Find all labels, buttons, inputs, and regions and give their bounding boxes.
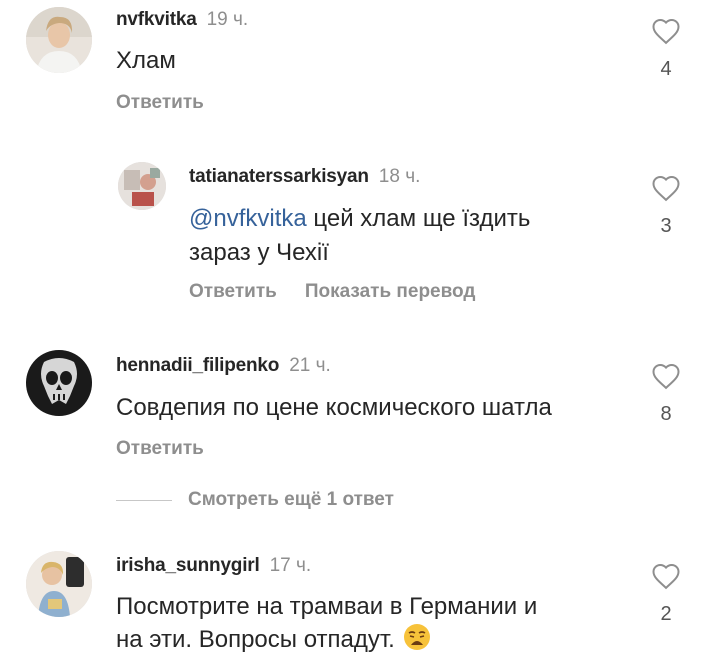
comment-meta: nvfkvitka 19 ч. (116, 8, 248, 32)
translate-button[interactable]: Показать перевод (305, 281, 476, 302)
avatar[interactable] (118, 162, 166, 210)
timestamp: 21 ч. (289, 355, 331, 376)
reply-button[interactable]: Ответить (189, 281, 277, 302)
comment-actions: Ответить Показать перевод (189, 280, 475, 304)
comment-text: цей хлам ще їздить (306, 205, 531, 232)
username[interactable]: hennadii_filipenko (116, 355, 279, 376)
comment-text: на эти. Вопросы отпадут. (116, 626, 395, 653)
heart-outline-icon[interactable] (651, 362, 681, 390)
like-count: 4 (660, 58, 672, 80)
timestamp: 19 ч. (206, 9, 249, 30)
reply-button[interactable]: Ответить (116, 92, 204, 113)
mention-link[interactable]: @nvfkvitka (189, 205, 307, 232)
comment-text: Совдепия по цене космического шатла (116, 394, 552, 421)
view-more-replies[interactable]: Смотреть ещё 1 ответ (116, 488, 394, 512)
like-count: 3 (660, 215, 672, 237)
comment-text-line: Посмотрите на трамваи в Германии и (116, 593, 538, 620)
avatar[interactable] (26, 350, 92, 416)
like-control: 4 (646, 17, 686, 81)
timestamp: 18 ч. (378, 166, 421, 187)
heart-outline-icon[interactable] (651, 562, 681, 590)
comment-text-line: на эти. Вопросы отпадут. (116, 623, 431, 659)
comment-text-line: зараз у Чехії (189, 239, 329, 266)
weary-face-emoji (403, 623, 431, 659)
heart-outline-icon[interactable] (651, 17, 681, 45)
comment-text: Хлам (116, 47, 176, 74)
comment-meta: hennadii_filipenko 21 ч. (116, 354, 331, 378)
comment-meta: irisha_sunnygirl 17 ч. (116, 554, 311, 578)
avatar-photo (26, 551, 92, 617)
divider-line (116, 499, 172, 501)
username[interactable]: irisha_sunnygirl (116, 555, 260, 576)
avatar[interactable] (26, 7, 92, 73)
heart-outline-icon[interactable] (651, 174, 681, 202)
comment-text-line: @nvfkvitka цей хлам ще їздить (189, 202, 530, 236)
avatar[interactable] (26, 551, 92, 617)
comment-actions: Ответить (116, 91, 204, 115)
comment-actions: Ответить (116, 437, 204, 461)
like-control: 8 (646, 362, 686, 426)
reply-button[interactable]: Ответить (116, 438, 204, 459)
username[interactable]: nvfkvitka (116, 9, 197, 30)
like-control: 2 (646, 562, 686, 626)
comment-meta: tatianaterssarkisyan 18 ч. (189, 165, 420, 189)
timestamp: 17 ч. (269, 555, 312, 576)
like-control: 3 (646, 174, 686, 238)
avatar-photo (26, 350, 92, 416)
like-count: 2 (660, 603, 672, 625)
avatar-photo (118, 162, 166, 210)
like-count: 8 (660, 403, 672, 425)
username[interactable]: tatianaterssarkisyan (189, 166, 369, 187)
view-more-replies-label[interactable]: Смотреть ещё 1 ответ (188, 488, 394, 512)
avatar-photo (26, 7, 92, 73)
comments-thread: nvfkvitka 19 ч. Хлам Ответить 4 tatianate… (0, 0, 720, 659)
